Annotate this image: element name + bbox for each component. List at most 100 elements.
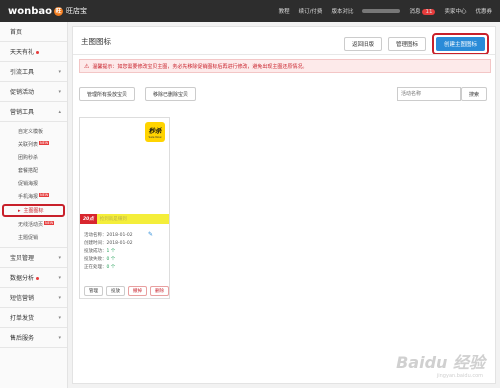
sidebar-item-promotions[interactable]: 促销活动 ▾ (0, 82, 67, 102)
return-old-version-button[interactable]: 返回旧版 (343, 37, 382, 51)
alert-text: 温馨提示：如您需要修改宝贝主图，务必先移除促销图标后再进行修改，避免出现主图还原… (92, 63, 308, 70)
seckill-badge-text: 秒杀 (148, 127, 162, 135)
sidebar: 首页 天天有礼 引流工具 ▾ 促销活动 ▾ 营销工具 ▴ 自定义模板 关联列表 N… (0, 22, 68, 388)
sidebar-item-home[interactable]: 首页 (0, 22, 67, 42)
sidebar-subitem-wireless-page[interactable]: 无线活动页 NEW (0, 218, 67, 231)
subitem-label: 团购秒杀 (18, 155, 39, 161)
card-details: 活动名称：2018-01-02 创建时间：2018-01-02 投放成功：1 个… (84, 232, 133, 272)
manage-icons-button[interactable]: 管理图标 (387, 37, 426, 51)
card-delete-button[interactable]: 删除 (150, 286, 169, 296)
sidebar-subitem-main-image-icon[interactable]: ▸ 主图图标 (2, 204, 65, 217)
create-icon-highlight: 创建主图图标 (431, 33, 489, 55)
chevron-up-icon: ▴ (58, 108, 61, 115)
sidebar-submenu-marketing: 自定义模板 关联列表 NEW 团购秒杀 套餐搭配 促销海报 手机海报 NEW ▸ 主图… (0, 122, 67, 248)
sidebar-item-label: 短信营销 (10, 295, 35, 302)
chevron-down-icon: ▾ (58, 254, 61, 261)
watermark-url: jingyan.baidu.com (436, 373, 483, 379)
chevron-down-icon: ▾ (58, 274, 61, 281)
sidebar-item-label: 打单发货 (10, 315, 35, 322)
sidebar-subitem-group-seckill[interactable]: 团购秒杀 (0, 151, 67, 164)
sidebar-subitem-related-list[interactable]: 关联列表 NEW (0, 138, 67, 151)
header-actions: 返回旧版 管理图标 创建主图图标 (343, 33, 489, 55)
chevron-down-icon: ▾ (58, 334, 61, 341)
watermark-logo: Baidu 经验 (396, 353, 485, 372)
app-root: wonbao 旺 旺店宝 教程 续订/付费 版本对比 消息 11 卖家中心 优惠券… (0, 0, 500, 388)
detail-processing: 正在处理：0 个 (84, 264, 133, 272)
detail-label: 投放成功： (84, 249, 107, 254)
new-dot-icon (36, 51, 40, 54)
chevron-down-icon: ▾ (58, 294, 61, 301)
message-count-badge: 11 (422, 9, 436, 15)
sidebar-item-daily-gift[interactable]: 天天有礼 (0, 42, 67, 62)
sidebar-item-data-analysis[interactable]: 数据分析 ▾ (0, 268, 67, 288)
sidebar-subitem-theme-promo[interactable]: 主题促销 (0, 231, 67, 244)
detail-label: 正在处理： (84, 265, 107, 270)
manage-all-deployed-button[interactable]: 管理所有投放宝贝 (79, 87, 136, 101)
sidebar-item-label: 营销工具 (10, 109, 35, 116)
remove-deleted-button[interactable]: 移除已删除宝贝 (145, 87, 197, 101)
sidebar-item-sms-marketing[interactable]: 短信营销 ▾ (0, 288, 67, 308)
active-arrow-icon: ▸ (18, 207, 21, 214)
detail-name: 活动名称：2018-01-02 (84, 232, 133, 240)
nav-renew[interactable]: 续订/付费 (299, 7, 323, 15)
top-nav: 教程 续订/付费 版本对比 消息 11 卖家中心 优惠券 (279, 0, 492, 22)
activity-search-input[interactable] (397, 87, 461, 101)
promo-banner-strip: 20点 抢到就是赚到 (80, 214, 169, 224)
new-badge: NEW (39, 140, 50, 145)
nav-tutorial[interactable]: 教程 (279, 7, 290, 15)
logo-mark-icon: 旺 (54, 6, 64, 16)
sidebar-item-after-sales[interactable]: 售后服务 ▾ (0, 328, 67, 348)
header-divider (73, 54, 495, 55)
warning-alert: ⚠ 温馨提示：如您需要修改宝贝主图，务必先移除促销图标后再进行修改，避免出现主图… (79, 59, 491, 73)
sidebar-item-product-manage[interactable]: 宝贝管理 ▾ (0, 248, 67, 268)
sidebar-subitem-promo-poster[interactable]: 促销海报 (0, 177, 67, 190)
create-main-icon-button[interactable]: 创建主图图标 (435, 37, 485, 51)
nav-version-compare[interactable]: 版本对比 (331, 7, 353, 15)
icon-preview-image: 秒杀 Sale Now 20点 抢到就是赚到 (80, 118, 169, 225)
sidebar-item-traffic-tools[interactable]: 引流工具 ▾ (0, 62, 67, 82)
detail-deploy-success: 投放成功：1 个 (84, 248, 133, 256)
card-manage-button[interactable]: 管理 (84, 286, 103, 296)
sidebar-item-label: 天天有礼 (10, 49, 35, 56)
chevron-down-icon: ▾ (58, 88, 61, 95)
subitem-label: 套餐搭配 (18, 168, 39, 174)
nav-messages[interactable]: 消息 11 (409, 7, 436, 15)
nav-seller-center[interactable]: 卖家中心 (444, 7, 466, 15)
top-bar: wonbao 旺 旺店宝 教程 续订/付费 版本对比 消息 11 卖家中心 优惠券 (0, 0, 500, 22)
card-withdraw-button[interactable]: 撤掉 (128, 286, 147, 296)
sidebar-item-label: 数据分析 (10, 275, 35, 282)
sidebar-subitem-combo[interactable]: 套餐搭配 (0, 164, 67, 177)
new-badge: NEW (39, 192, 50, 197)
banner-time-label: 20点 (80, 214, 97, 224)
detail-value: 2018-01-02 (106, 241, 133, 246)
sidebar-item-marketing-tools[interactable]: 营销工具 ▴ (0, 102, 67, 122)
detail-deploy-fail: 投放失败：0 个 (84, 256, 133, 264)
seckill-badge: 秒杀 Sale Now (145, 122, 165, 142)
sidebar-subitem-mobile-poster[interactable]: 手机海报 NEW (0, 190, 67, 203)
detail-label: 创建时间： (84, 241, 107, 246)
detail-value: 2018-01-02 (106, 233, 133, 238)
banner-slogan: 抢到就是赚到 (99, 217, 127, 222)
app-logo[interactable]: wonbao 旺 旺店宝 (0, 6, 87, 17)
subitem-label: 手机海报 (18, 194, 39, 200)
sidebar-subitem-custom-template[interactable]: 自定义模板 (0, 125, 67, 138)
nav-messages-label: 消息 (409, 9, 421, 15)
subitem-label: 主图图标 (23, 208, 44, 214)
detail-label: 投放失败： (84, 257, 107, 262)
edit-icon[interactable]: ✎ (148, 231, 153, 238)
detail-created: 创建时间：2018-01-02 (84, 240, 133, 248)
card-deploy-button[interactable]: 投放 (106, 286, 125, 296)
sidebar-item-label: 引流工具 (10, 69, 35, 76)
sidebar-item-print-ship[interactable]: 打单发货 ▾ (0, 308, 67, 328)
icon-activity-card: 秒杀 Sale Now 20点 抢到就是赚到 ✎ 活动名称：2018-01-02… (79, 117, 170, 299)
page-title: 主图图标 (81, 37, 111, 46)
list-toolbar: 管理所有投放宝贝 移除已删除宝贝 搜索 (79, 87, 491, 103)
account-name-blurred[interactable] (362, 9, 401, 13)
search-button[interactable]: 搜索 (460, 87, 487, 101)
detail-value: 1 个 (106, 249, 116, 254)
sidebar-item-label: 促销活动 (10, 89, 35, 96)
subitem-label: 主题促销 (18, 235, 39, 241)
detail-value: 0 个 (106, 265, 116, 270)
chevron-down-icon: ▾ (58, 314, 61, 321)
nav-coupon[interactable]: 优惠券 (475, 7, 492, 15)
